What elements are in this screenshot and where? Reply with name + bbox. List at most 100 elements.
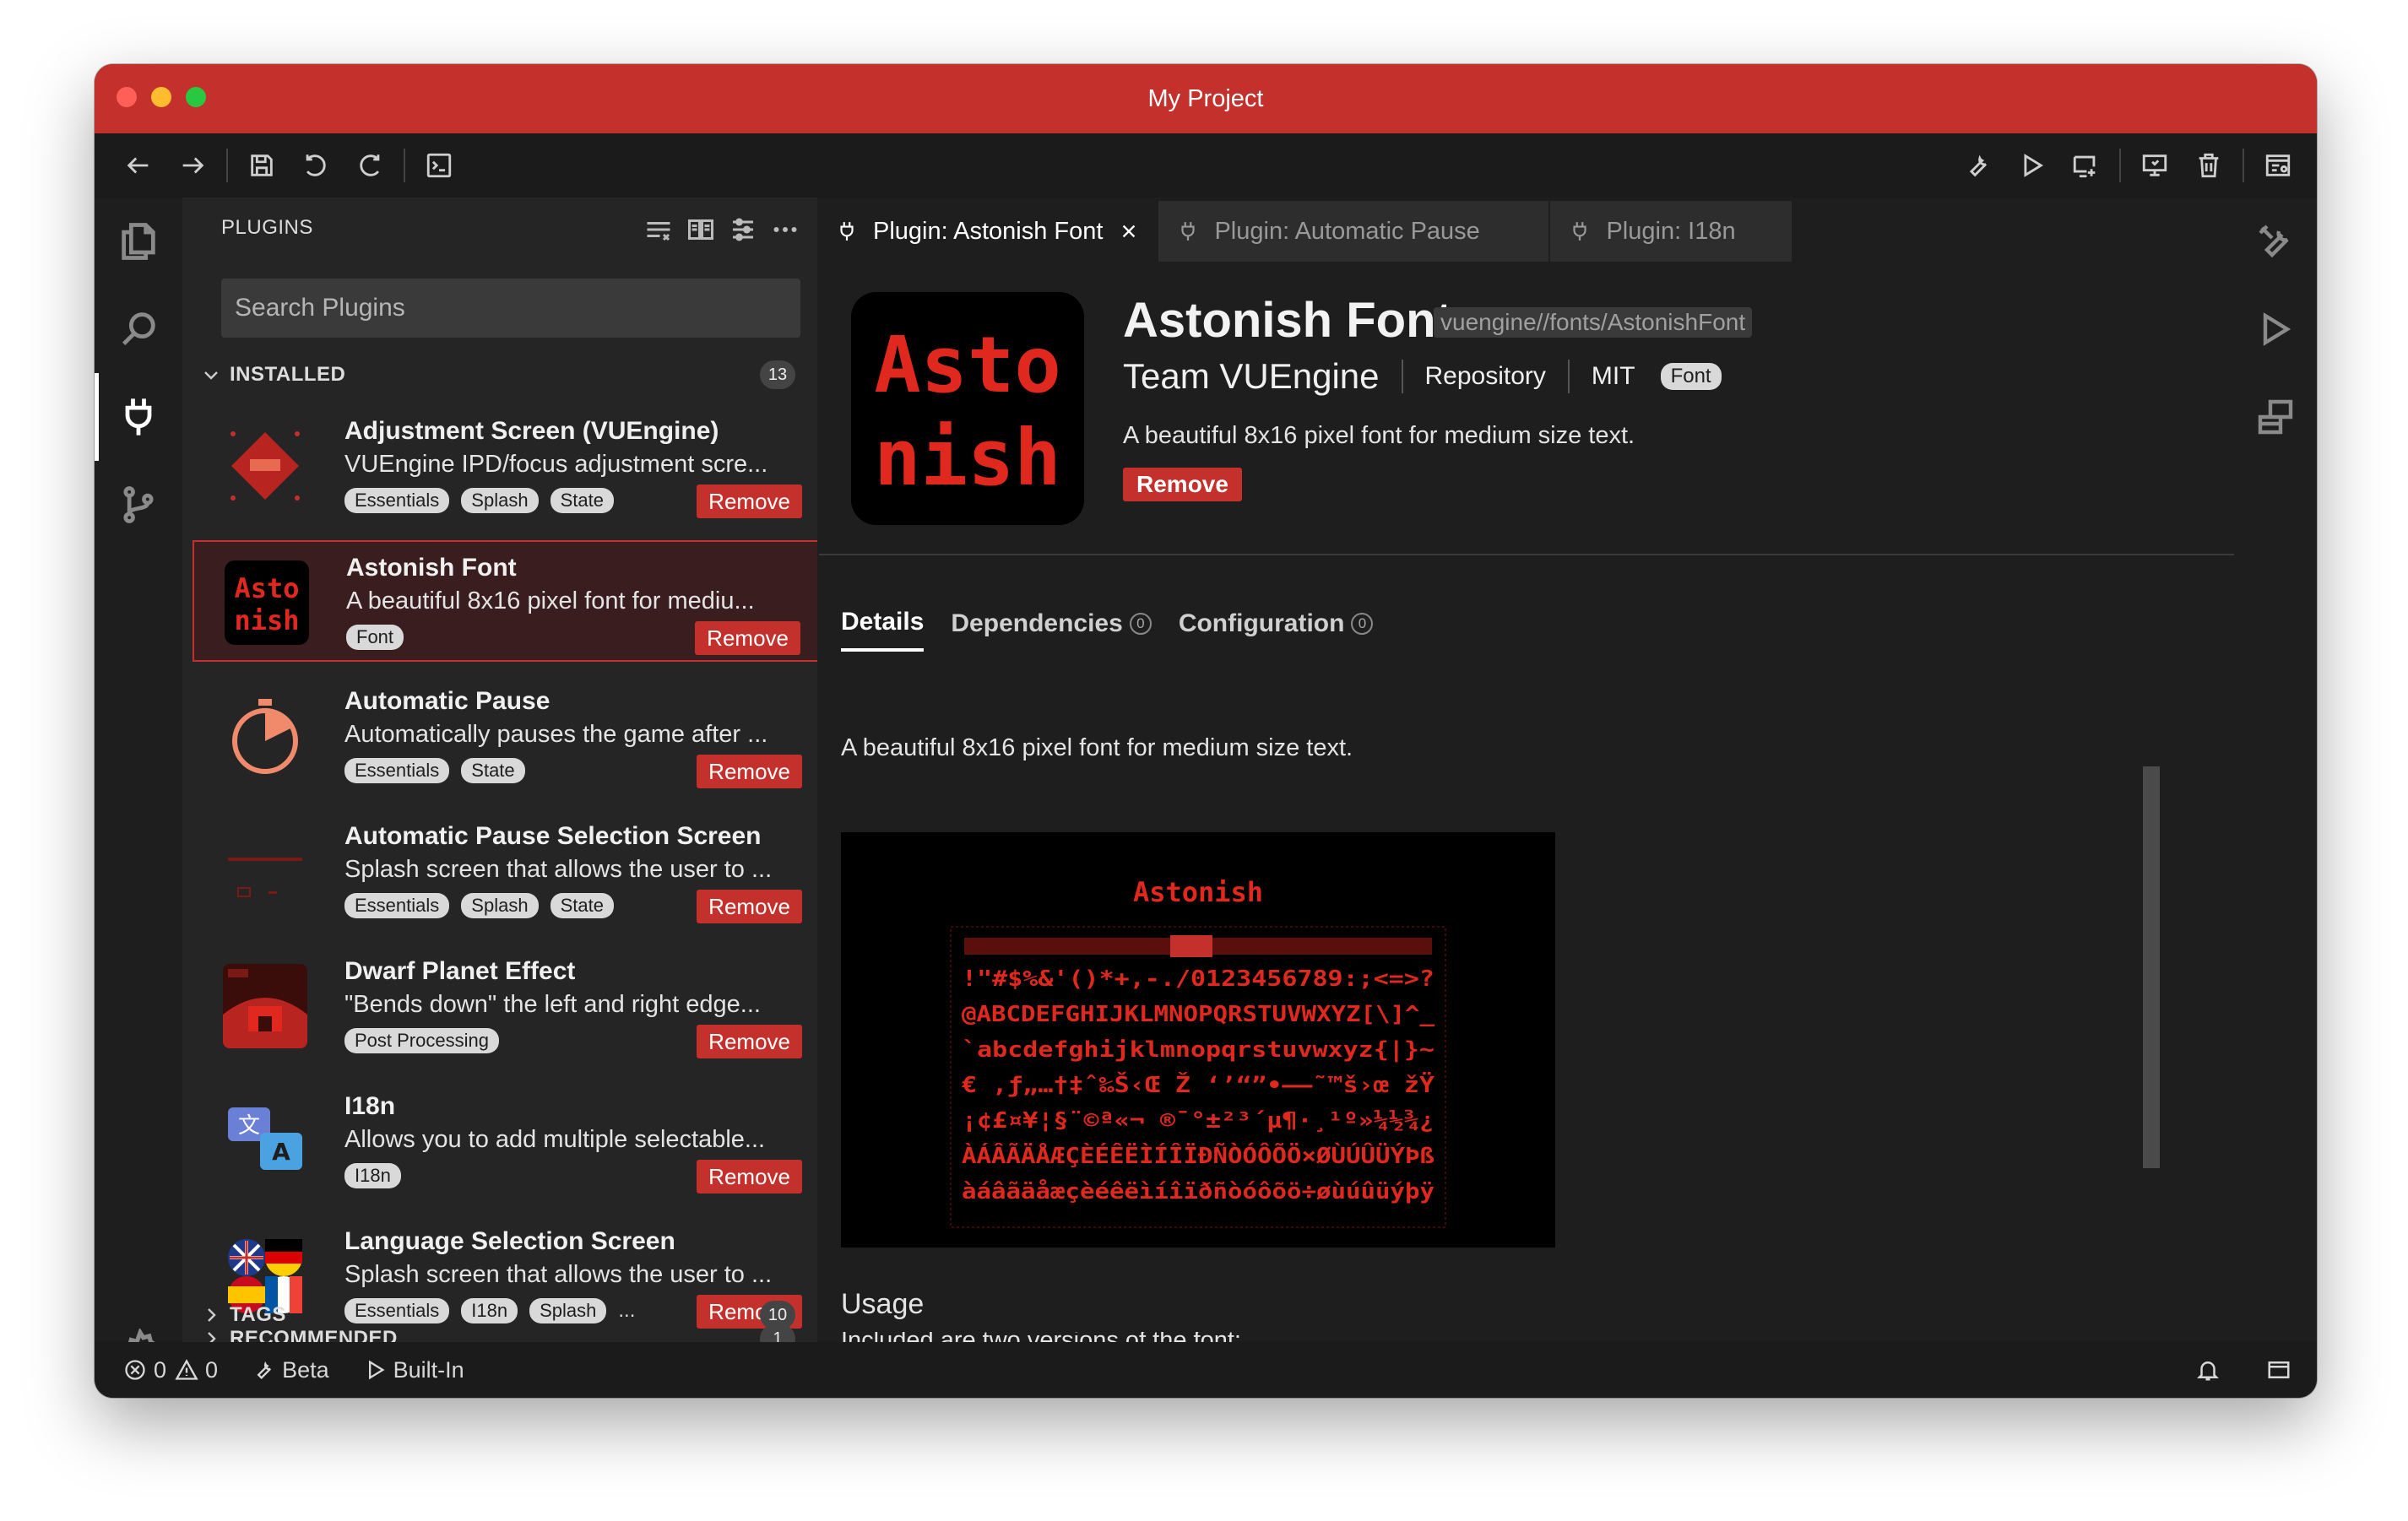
svg-text:文: 文 [238, 1113, 260, 1139]
plugin-tag[interactable]: Essentials [344, 893, 450, 918]
maximize-window-button[interactable] [186, 87, 206, 107]
plugin-description: Splash screen that allows the user to ..… [344, 1261, 773, 1288]
arrow-left-icon [127, 157, 149, 174]
sidebar-actions [643, 214, 800, 245]
error-icon [125, 1360, 145, 1380]
more-icon[interactable] [770, 214, 800, 245]
build-view-button[interactable] [2234, 198, 2317, 285]
installed-section-header[interactable]: INSTALLED 13 [182, 355, 817, 395]
remove-plugin-button[interactable]: Remove [697, 890, 802, 923]
plugin-tag[interactable]: Essentials [344, 488, 450, 513]
plugin-tag[interactable]: Splash [461, 893, 539, 918]
filter-icon[interactable] [728, 214, 758, 245]
emulator-status[interactable]: Built-In [363, 1357, 464, 1383]
plugin-list-item[interactable]: Adjustment Screen (VUEngine) VUEngine IPD… [193, 405, 819, 527]
clean-button[interactable] [2182, 138, 2236, 192]
build-button[interactable] [1950, 138, 2004, 192]
window-title: My Project [1147, 84, 1264, 112]
save-button[interactable] [235, 138, 289, 192]
plugin-tag[interactable]: State [550, 488, 614, 513]
run-button[interactable] [2004, 138, 2058, 192]
tab-astonish-font[interactable]: Plugin: Astonish Font [817, 201, 1158, 262]
plugin-list-item[interactable]: Automatic Pause Automatically pauses the … [193, 675, 819, 797]
plugin-list-item[interactable]: Asto nish Astonish Font A beautiful 8x16 pi… [193, 540, 819, 662]
problems-status[interactable]: 0 0 [123, 1357, 218, 1383]
undo-button[interactable] [289, 138, 343, 192]
remove-plugin-button[interactable]: Remove [697, 1160, 802, 1194]
plugin-tag[interactable]: Splash [461, 488, 539, 513]
remove-plugin-button[interactable]: Remove [697, 1025, 802, 1058]
plugin-title: Astonish Font [1123, 293, 1452, 348]
tools-icon [2259, 225, 2289, 258]
book-icon[interactable] [686, 214, 716, 245]
plugin-tag[interactable]: I18n [344, 1163, 401, 1188]
back-button[interactable] [111, 138, 165, 192]
plugin-description: VUEngine IPD/focus adjustment scre... [344, 451, 768, 478]
tab-i18n[interactable]: Plugin: I18n [1550, 201, 1792, 262]
plugin-logo: Asto nish [851, 292, 1084, 525]
tab-dependencies[interactable]: Dependencies 0 [951, 608, 1152, 652]
logo-line-2: nish [874, 413, 1061, 503]
flash-button[interactable] [2128, 138, 2182, 192]
settings-panel-button[interactable] [2251, 138, 2305, 192]
minimize-window-button[interactable] [151, 87, 171, 107]
plugin-tag[interactable]: Essentials [344, 758, 450, 783]
run-view-button[interactable] [2234, 285, 2317, 373]
plugins-activity[interactable] [95, 373, 182, 461]
svg-text:A: A [272, 1138, 290, 1166]
search-icon [122, 312, 155, 346]
plugin-author: Team VUEngine [1123, 356, 1380, 396]
add-to-emulator-button[interactable] [2058, 138, 2112, 192]
warning-count: 0 [205, 1356, 219, 1383]
repository-link[interactable]: Repository [1425, 362, 1546, 391]
close-icon[interactable] [1120, 222, 1138, 241]
plugin-tags: Post Processing [344, 1028, 499, 1053]
plugin-name: Astonish Font [346, 554, 517, 582]
trash-icon [2199, 153, 2219, 178]
tab-configuration[interactable]: Configuration 0 [1179, 608, 1374, 652]
search-activity[interactable] [95, 285, 182, 373]
plugin-tag[interactable]: State [461, 758, 525, 783]
close-window-button[interactable] [117, 87, 137, 107]
remove-plugin-button[interactable]: Remove [697, 755, 802, 788]
explorer-activity[interactable] [95, 198, 182, 285]
font-preview-svg: Astonish !"#$%&'()*+,-./0123456789:;<=>?… [841, 832, 1555, 1248]
chevron-down-icon [204, 371, 218, 380]
plugin-tag[interactable]: State [550, 893, 614, 918]
remove-plugin-button[interactable]: Remove [695, 621, 800, 655]
redo-button[interactable] [343, 138, 397, 192]
tab-automatic-pause[interactable]: Plugin: Automatic Pause [1158, 201, 1549, 262]
emulator-view-button[interactable] [2234, 373, 2317, 461]
plugin-list-item[interactable]: 文 A I18n Allows you to add multiple selecta… [193, 1080, 819, 1202]
plugin-description: Splash screen that allows the user to ..… [344, 856, 773, 883]
remove-plugin-button[interactable]: Remove [1123, 468, 1242, 501]
search-plugins-input[interactable] [221, 279, 800, 338]
warning-icon [175, 1359, 198, 1380]
title-bar: My Project [95, 64, 2317, 133]
build-mode-status[interactable]: Beta [252, 1357, 329, 1383]
plugin-list-item[interactable]: Dwarf Planet Effect "Bends down" the left… [193, 945, 819, 1067]
plugin-tag[interactable]: Font [1660, 363, 1722, 390]
panel-toggle-icon[interactable] [2266, 1357, 2291, 1383]
plugin-list-item[interactable]: Automatic Pause Selection Screen Splash s… [193, 810, 819, 932]
detail-tabs: Details Dependencies 0 Configuration 0 [841, 608, 1374, 652]
installed-label: INSTALLED [230, 363, 346, 386]
plugin-name: Language Selection Screen [344, 1227, 675, 1255]
remove-plugin-button[interactable]: Remove [697, 484, 802, 518]
content-scrollbar[interactable] [2143, 766, 2160, 1168]
tab-details[interactable]: Details [841, 608, 925, 652]
source-control-activity[interactable] [95, 461, 182, 549]
plugin-name: Automatic Pause [344, 687, 550, 715]
svg-text:nish: nish [234, 604, 299, 636]
toolbar [95, 133, 2317, 198]
terminal-button[interactable] [412, 138, 466, 192]
dependencies-count-badge: 0 [1129, 613, 1152, 635]
plugin-tag[interactable]: Font [346, 625, 404, 650]
plugin-tag[interactable]: Post Processing [344, 1028, 499, 1053]
plug-icon [125, 398, 152, 436]
plugin-thumbnail: 文A [223, 1099, 307, 1183]
wrench-icon [257, 1361, 272, 1379]
clear-list-icon[interactable] [643, 214, 674, 245]
bell-icon[interactable] [2195, 1357, 2221, 1383]
forward-button[interactable] [165, 138, 220, 192]
